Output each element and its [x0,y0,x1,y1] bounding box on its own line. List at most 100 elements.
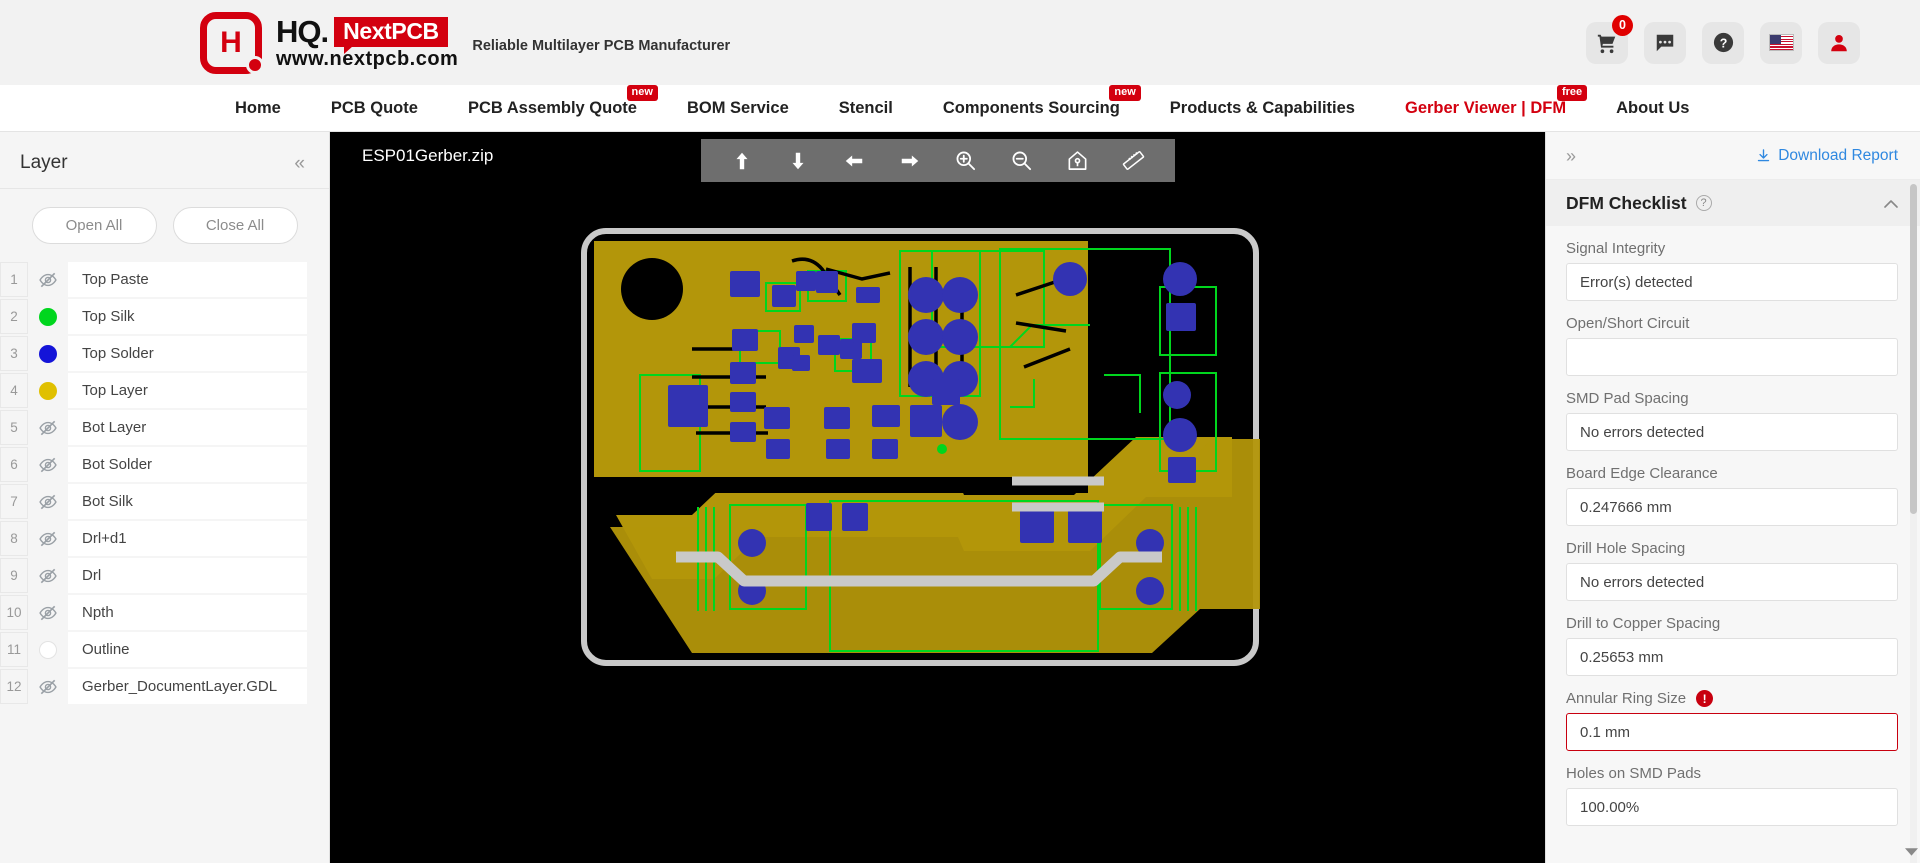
chat-icon[interactable] [1644,21,1686,64]
layer-visibility-toggle-hidden[interactable] [28,262,68,297]
eye-off-icon [39,531,57,546]
dfm-field-value[interactable] [1566,788,1898,826]
zoom-out-icon[interactable] [1009,148,1035,174]
eye-off-icon [39,457,57,472]
open-all-button[interactable]: Open All [31,207,157,244]
color-dot [39,640,57,659]
layer-list: 1 Top Paste 2 Top Silk 3 Top Solder 4 Top Layer… [0,258,329,706]
help-circle-icon[interactable]: ? [1695,195,1712,211]
layer-visibility-toggle-hidden[interactable] [28,410,68,445]
layer-row-bot-solder[interactable]: 6 Bot Solder [0,447,329,482]
dfm-checklist-header[interactable]: DFM Checklist ? [1546,180,1920,226]
scroll-down-arrow-icon[interactable] [1905,845,1918,859]
error-alert-icon[interactable]: ! [1696,690,1714,707]
account-icon[interactable] [1818,21,1860,64]
pan-left-icon[interactable] [841,148,867,174]
collapse-left-panel-icon[interactable]: « [294,154,305,173]
dfm-field-value[interactable] [1566,488,1898,526]
layer-color-swatch[interactable] [28,299,68,334]
label-text: Annular Ring Size [1566,690,1687,707]
pan-down-icon[interactable] [785,148,811,174]
help-icon[interactable]: ? [1702,21,1744,64]
layer-color-swatch[interactable] [28,632,68,667]
dfm-field-value[interactable] [1566,563,1898,601]
flag-icon[interactable] [1760,21,1802,64]
home-icon[interactable] [1065,148,1091,174]
dfm-field-label: Holes on SMD Pads [1566,765,1898,782]
color-dot [39,307,57,326]
layer-index: 3 [0,336,28,371]
dfm-field-value[interactable] [1566,413,1898,451]
nav-badge-new: new [626,84,658,102]
dfm-scrollbar-thumb[interactable] [1910,184,1917,514]
layer-index: 6 [0,447,28,482]
nav-item-products-capabilities[interactable]: Products & Capabilities [1145,85,1380,132]
pan-right-icon[interactable] [897,148,923,174]
nav-item-components-sourcing[interactable]: Components Sourcing new [918,84,1145,132]
layer-color-swatch[interactable] [28,336,68,371]
dfm-field-label: Drill to Copper Spacing [1566,615,1898,632]
dfm-field-smd-pad-spacing: SMD Pad Spacing [1566,390,1898,451]
layer-visibility-toggle-hidden[interactable] [28,447,68,482]
nav-item-gerber-viewer-dfm[interactable]: Gerber Viewer | DFM free [1380,84,1591,132]
layer-row-top-layer[interactable]: 4 Top Layer [0,373,329,408]
gerber-file-name: ESP01Gerber.zip [362,146,494,165]
layer-row-outline[interactable]: 11 Outline [0,632,329,667]
gerber-viewer-canvas[interactable]: ESP01Gerber.zip [330,132,1545,863]
nav-item-stencil[interactable]: Stencil [814,85,918,132]
layer-color-swatch[interactable] [28,373,68,408]
brand-row-top: HQ. NextPCB [276,16,458,54]
download-report-button[interactable]: Download Report [1756,147,1898,165]
dfm-field-value[interactable] [1566,638,1898,676]
dfm-field-open-short-circuit: Open/Short Circuit [1566,315,1898,376]
nav-item-pcb-quote[interactable]: PCB Quote [306,85,443,132]
workspace: Layer « Open All Close All 1 Top Paste 2 To… [0,132,1920,863]
layer-panel-header: Layer « [0,132,329,189]
dfm-field-annular-ring-size: Annular Ring Size! [1566,690,1898,751]
dfm-field-label: Annular Ring Size! [1566,690,1898,707]
dfm-field-value[interactable] [1566,713,1898,751]
nav-item-pcb-assembly-quote[interactable]: PCB Assembly Quote new [443,84,662,132]
download-icon [1758,149,1770,162]
dfm-field-signal-integrity: Signal Integrity [1566,240,1898,301]
cart-count-badge: 0 [1612,14,1633,36]
layer-row-drl[interactable]: 9 Drl [0,558,329,593]
nav-item-about-us[interactable]: About Us [1591,85,1714,132]
layer-visibility-toggle-hidden[interactable] [28,595,68,630]
pan-up-icon[interactable] [729,148,755,174]
expand-right-panel-icon[interactable]: » [1566,147,1576,165]
layer-visibility-toggle-hidden[interactable] [28,558,68,593]
layer-row-bot-silk[interactable]: 7 Bot Silk [0,484,329,519]
layer-name-label: Npth [68,595,307,630]
eye-off-icon [39,679,57,694]
logo-dot [246,55,264,74]
logo-h-glyph: H [220,25,242,59]
layer-visibility-toggle-hidden[interactable] [28,521,68,556]
dfm-field-holes-on-smd-pads: Holes on SMD Pads [1566,765,1898,826]
layer-row-top-solder[interactable]: 3 Top Solder [0,336,329,371]
cart-icon[interactable]: 0 [1586,14,1633,64]
layer-row-gerber-documentlayer-gdl[interactable]: 12 Gerber_DocumentLayer.GDL [0,669,329,704]
layer-visibility-toggle-hidden[interactable] [28,484,68,519]
dfm-panel-toolbar: » Download Report [1546,132,1920,180]
dfm-field-value[interactable] [1566,263,1898,301]
layer-row-drl-d1[interactable]: 8 Drl+d1 [0,521,329,556]
layer-row-top-paste[interactable]: 1 Top Paste [0,262,329,297]
layer-index: 12 [0,669,28,704]
label-text: SMD Pad Spacing [1566,390,1689,407]
measure-icon[interactable] [1121,148,1147,174]
layer-row-bot-layer[interactable]: 5 Bot Layer [0,410,329,445]
brand-text: HQ. NextPCB www.nextpcb.com [276,16,458,69]
nav-item-bom-service[interactable]: BOM Service [662,85,814,132]
layer-name-label: Outline [68,632,307,667]
close-all-button[interactable]: Close All [172,207,298,244]
chevron-up-icon[interactable] [1884,195,1898,211]
nav-item-home[interactable]: Home [210,85,306,132]
zoom-in-icon[interactable] [953,148,979,174]
layer-row-npth[interactable]: 10 Npth [0,595,329,630]
layer-visibility-toggle-hidden[interactable] [28,669,68,704]
dfm-field-drill-to-copper-spacing: Drill to Copper Spacing [1566,615,1898,676]
dfm-field-value[interactable] [1566,338,1898,376]
layer-row-top-silk[interactable]: 2 Top Silk [0,299,329,334]
brand-logo[interactable]: H HQ. NextPCB www.nextpcb.com [200,11,458,74]
